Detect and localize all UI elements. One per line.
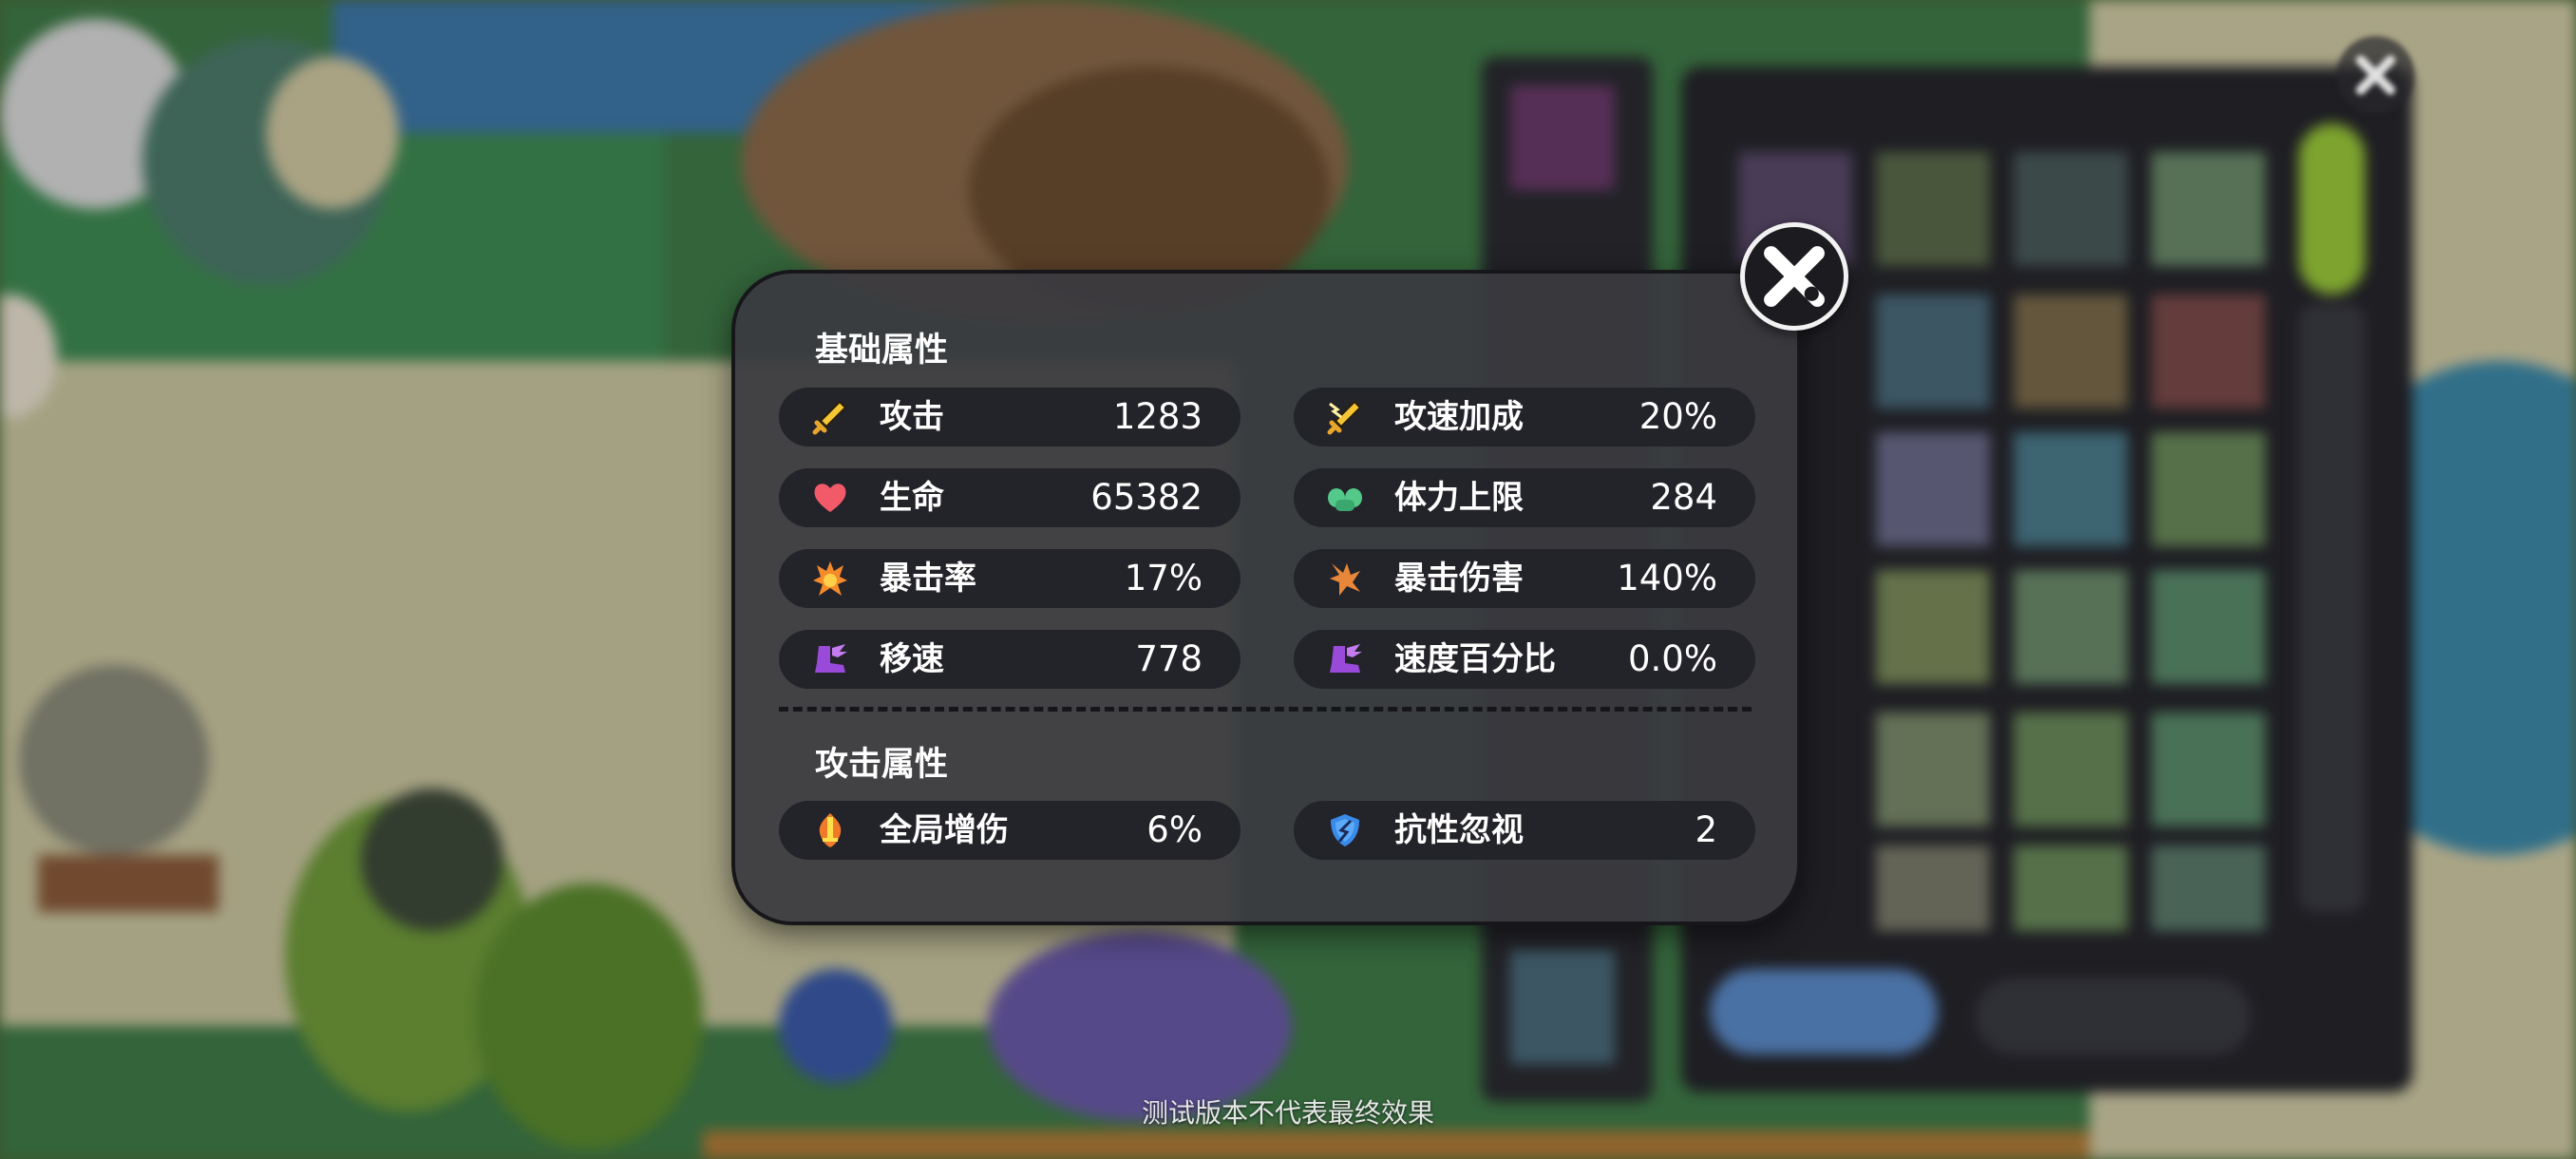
winged-boot-icon	[1330, 644, 1362, 673]
stat-row-global-damage: 全局增伤 6%	[779, 801, 1241, 860]
stat-row-crit-rate: 暴击率 17%	[779, 549, 1241, 608]
sword-icon	[812, 400, 847, 435]
stat-row-crit-damage: 暴击伤害 140%	[1294, 549, 1755, 608]
inventory-close-icon[interactable]	[2337, 36, 2415, 114]
panel-close-button[interactable]	[1740, 222, 1848, 331]
test-version-disclaimer: 测试版本不代表最终效果	[1141, 1097, 1434, 1129]
attack-attributes-title: 攻击属性	[815, 746, 949, 784]
broken-shield-icon	[1331, 814, 1359, 846]
close-icon	[1764, 246, 1825, 307]
attributes-panel: 基础属性 攻击 1283 攻速加成 20% 生命 65382 体力上限 284 …	[731, 270, 1801, 925]
stat-row-speed-percent: 速度百分比 0.0%	[1294, 630, 1755, 689]
stat-row-resistance-ignore: 抗性忽视 2	[1294, 801, 1755, 860]
crit-burst-icon	[1330, 563, 1360, 596]
winged-boot-icon	[815, 644, 847, 673]
stat-row-health: 生命 65382	[779, 468, 1241, 527]
stat-row-attack: 攻击 1283	[779, 388, 1241, 446]
flame-sword-icon	[819, 813, 842, 847]
stat-row-stamina-cap: 体力上限 284	[1294, 468, 1755, 527]
basic-attributes-title: 基础属性	[815, 332, 949, 370]
lightning-sword-icon	[1327, 400, 1362, 435]
heart-icon	[814, 484, 846, 512]
stat-row-move-speed: 移速 778	[779, 630, 1241, 689]
stat-row-attack-speed: 攻速加成 20%	[1294, 388, 1755, 446]
muscle-icon	[1328, 488, 1362, 511]
fire-burst-icon	[813, 561, 847, 596]
section-divider	[779, 707, 1752, 712]
